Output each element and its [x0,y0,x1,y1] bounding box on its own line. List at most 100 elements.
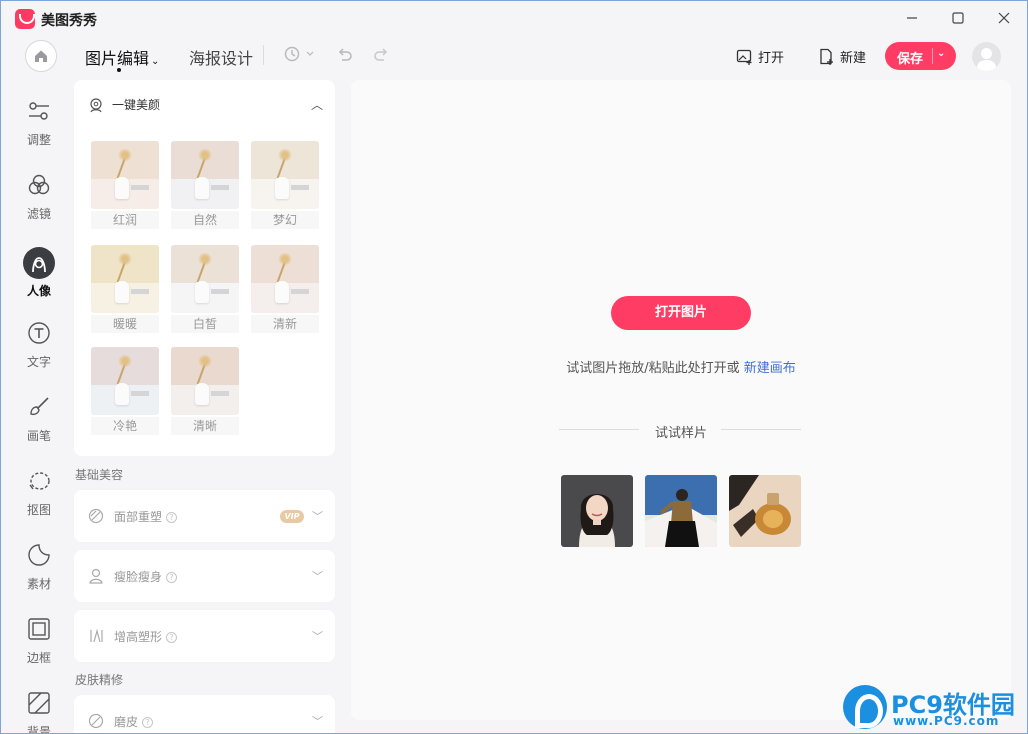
one-click-beauty-title: 一键美颜 [112,98,161,112]
save-divider [932,48,933,64]
app-logo-icon [15,9,35,29]
home-button[interactable] [25,40,57,72]
sample-image-perfume[interactable] [729,475,801,547]
face-reshape-label: 面部重塑 [114,510,163,524]
sample-image-fashion[interactable] [645,475,717,547]
preset-thumb[interactable]: 梦幻 [251,141,319,229]
history-icon[interactable] [283,45,315,68]
drop-hint-text: 试试图片拖放/粘贴此处打开或 [566,361,740,376]
height-shape-item[interactable]: 增高塑形? ﹀ [74,610,335,662]
new-file-icon [820,48,833,65]
new-button[interactable]: 新建 [818,47,866,66]
section-label-basic-beauty: 基础美容 [75,468,124,482]
chevron-down-icon[interactable]: ﹀ [312,508,323,524]
sliders-icon [29,102,49,120]
smooth-skin-item[interactable]: 磨皮? ﹀ [74,695,335,733]
preset-label: 白皙 [171,315,239,333]
home-icon [35,50,47,62]
preset-preview-image [91,347,159,415]
help-icon[interactable]: ? [166,512,178,523]
height-shape-label-wrap: 增高塑形? [114,628,178,645]
sidebar-item-label: 边框 [26,651,51,665]
smooth-skin-label-wrap: 磨皮? [114,713,154,730]
vip-badge: VIP [280,510,304,523]
sticker-icon [28,544,50,566]
watermark-url: www.PC9.com [893,714,1000,728]
filter-icon [28,174,50,195]
sidebar-item-label: 背景 [26,725,51,734]
sidebar-item-label: 文字 [26,355,51,369]
sidebar-item-adjust[interactable]: 调整 [15,99,63,163]
maximize-icon[interactable] [950,11,966,27]
preset-thumb[interactable]: 自然 [171,141,239,229]
sample-image-portrait[interactable] [561,475,633,547]
save-label: 保存 [897,52,924,67]
text-icon [28,322,50,344]
preset-preview-image [171,141,239,209]
toolbar-divider [263,45,264,65]
canvas-area[interactable]: 打开图片 试试图片拖放/粘贴此处打开或 新建画布 试试样片 [351,80,1011,720]
preset-thumb[interactable]: 白皙 [171,245,239,333]
sidebar-item-brush[interactable]: 画笔 [15,395,63,459]
preset-label: 暖暖 [91,315,159,333]
chevron-up-icon[interactable]: ︿ [311,96,323,113]
chevron-down-icon[interactable]: ﹀ [312,568,323,584]
sample-fashion-photo [645,475,717,547]
sidebar-item-cutout[interactable]: 抠图 [15,469,63,533]
chevron-down-icon[interactable]: ⌄ [937,48,945,59]
sidebar-item-label: 抠图 [26,503,51,517]
new-canvas-link[interactable]: 新建画布 [744,361,796,376]
close-icon[interactable] [996,11,1012,27]
redo-icon[interactable] [373,45,391,68]
smooth-skin-icon [88,713,104,729]
cutout-icon [29,472,50,490]
smooth-skin-label: 磨皮 [114,715,139,729]
sidebar-item-material[interactable]: 素材 [15,543,63,607]
sidebar-item-label: 素材 [26,577,51,591]
preset-preview-image [91,245,159,313]
minimize-icon[interactable] [904,11,920,27]
help-icon[interactable]: ? [166,572,178,583]
sidebar-item-text[interactable]: 文字 [15,321,63,385]
open-image-button[interactable]: 打开图片 [611,296,751,330]
tab-poster-design[interactable]: 海报设计 [189,45,253,69]
preset-label: 清新 [251,315,319,333]
face-reshape-icon [88,508,104,524]
brush-icon [30,397,49,416]
save-button[interactable]: 保存 ⌄ [885,42,956,70]
open-button[interactable]: 打开 [736,47,784,66]
preset-preview-image [171,347,239,415]
app-title: 美图秀秀 [41,13,97,29]
preset-preview-image [171,245,239,313]
user-avatar[interactable] [972,42,1001,71]
preset-label: 梦幻 [251,211,319,229]
slim-face-body-label: 瘦脸瘦身 [114,570,163,584]
sidebar-item-filter[interactable]: 滤镜 [15,173,63,237]
preset-thumb[interactable]: 暖暖 [91,245,159,333]
face-reshape-item[interactable]: 面部重塑? VIP ﹀ [74,490,335,542]
one-click-beauty-header[interactable]: 一键美颜 [88,96,160,113]
tab-image-edit[interactable]: 图片编辑 ⌄ [85,45,159,69]
sample-portrait-photo [561,475,633,547]
active-tab-indicator [117,68,121,72]
chevron-down-icon[interactable]: ﹀ [312,628,323,644]
preset-thumb[interactable]: 清新 [251,245,319,333]
portrait-icon [32,257,46,273]
help-icon[interactable]: ? [166,632,178,643]
watermark: PC9软件园 www.PC9.com [841,685,1027,733]
slim-face-body-item[interactable]: 瘦脸瘦身? ﹀ [74,550,335,602]
sidebar-item-portrait[interactable]: 人像 [15,247,63,316]
preset-thumb[interactable]: 清晰 [171,347,239,435]
chevron-down-icon[interactable]: ﹀ [312,713,323,729]
sidebar-item-background[interactable]: 背景 [15,691,63,734]
undo-icon[interactable] [335,45,353,68]
sidebar-item-frame[interactable]: 边框 [15,617,63,681]
preset-thumb[interactable]: 冷艳 [91,347,159,435]
watermark-logo-icon [843,685,887,729]
preset-preview-image [251,245,319,313]
open-label: 打开 [758,51,785,66]
try-samples-label: 试试样片 [654,426,707,441]
help-icon[interactable]: ? [142,717,154,728]
preset-thumb[interactable]: 红润 [91,141,159,229]
sidebar-item-label: 人像 [26,284,51,298]
